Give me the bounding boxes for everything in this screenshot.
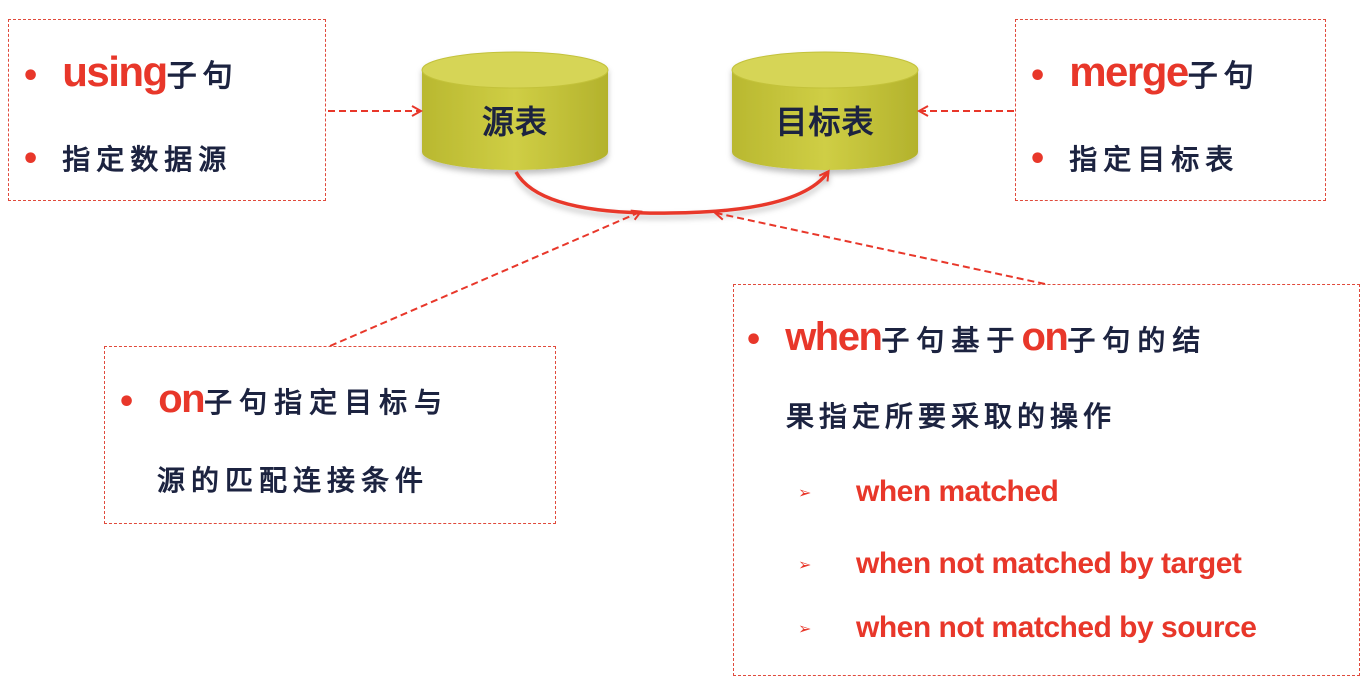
bullet-icon: •: [1028, 59, 1048, 94]
on-description: 源的匹配连接条件: [157, 464, 430, 497]
source-table-label: 源表: [481, 103, 548, 141]
on-suffix: 子句指定目标与: [204, 386, 450, 419]
arrow-bullet-icon: ➢: [798, 482, 812, 502]
using-keyword: using: [62, 48, 168, 95]
when-mid: 子句基于: [881, 324, 1022, 357]
bullet-icon: •: [21, 142, 41, 177]
on-keyword: on: [158, 377, 205, 421]
merge-keyword: merge: [1069, 48, 1189, 95]
on-connector-arrow: [329, 212, 640, 347]
using-suffix: 子句: [166, 59, 239, 94]
bullet-icon: •: [117, 385, 137, 420]
when-suffix: 子句的结: [1067, 324, 1208, 357]
when-item: ➢ when not matched by source: [798, 611, 1257, 645]
using-box: • using 子句 • 指定数据源: [8, 19, 326, 201]
when-item: ➢ when matched: [798, 475, 1059, 509]
merge-description: 指定目标表: [1069, 143, 1240, 176]
bullet-icon: •: [1028, 142, 1048, 177]
merge-box: • merge 子句 • 指定目标表: [1015, 19, 1326, 201]
when-keyword: when: [785, 315, 883, 359]
when-on-keyword: on: [1021, 315, 1068, 359]
when-item: ➢ when not matched by target: [798, 547, 1242, 581]
on-box: • on 子句指定目标与 源的匹配连接条件: [104, 346, 556, 524]
when-item-label: when not matched by target: [856, 547, 1242, 580]
when-description: 果指定所要采取的操作: [786, 400, 1117, 433]
join-arc-arrow: [514, 172, 828, 215]
when-item-label: when not matched by source: [856, 611, 1257, 644]
bullet-icon: •: [21, 59, 41, 94]
merge-suffix: 子句: [1187, 59, 1260, 94]
when-connector-arrow: [716, 213, 1046, 285]
target-table-label: 目标表: [775, 103, 875, 141]
bullet-icon: •: [744, 323, 764, 358]
when-box: • when 子句基于 on 子句的结 果指定所要采取的操作 ➢ when ma…: [733, 284, 1360, 676]
arrow-bullet-icon: ➢: [798, 554, 812, 574]
using-description: 指定数据源: [62, 143, 233, 176]
when-item-label: when matched: [856, 475, 1059, 508]
arrow-bullet-icon: ➢: [798, 618, 812, 638]
